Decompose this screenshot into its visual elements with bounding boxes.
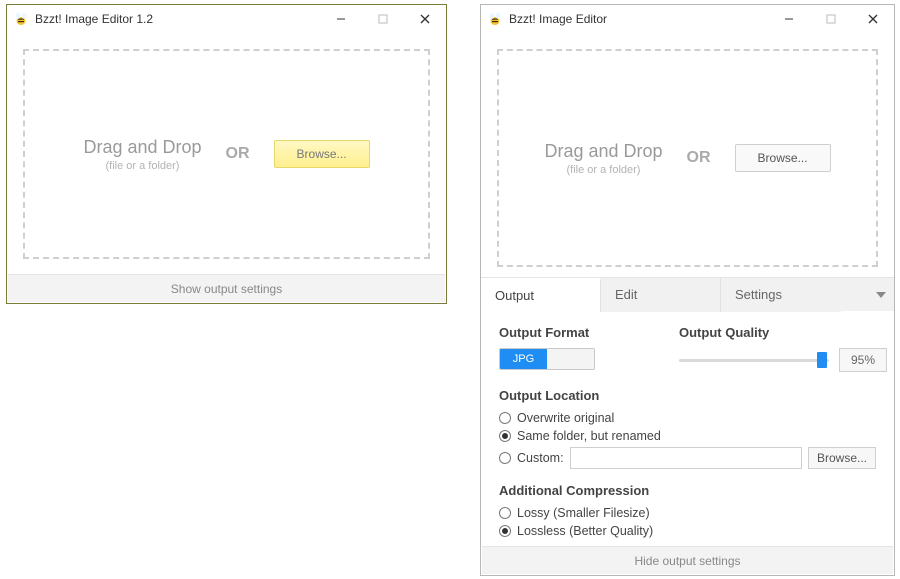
output-location-title: Output Location xyxy=(499,388,876,403)
location-same-folder-row[interactable]: Same folder, but renamed xyxy=(499,429,876,443)
quality-value: 95% xyxy=(839,348,887,372)
tab-bar: Output Edit Settings xyxy=(481,277,894,311)
radio-icon xyxy=(499,452,511,464)
window-title: Bzzt! Image Editor 1.2 xyxy=(35,12,320,26)
titlebar: Bzzt! Image Editor xyxy=(481,5,894,33)
main-window-collapsed: Bzzt! Image Editor 1.2 Drag and Drop (fi… xyxy=(6,4,447,304)
maximize-button[interactable] xyxy=(810,5,852,33)
compression-lossless-row[interactable]: Lossless (Better Quality) xyxy=(499,524,876,538)
location-custom-label: Custom: xyxy=(517,451,564,465)
dropzone-container: Drag and Drop (file or a folder) OR Brow… xyxy=(481,33,894,277)
browse-button[interactable]: Browse... xyxy=(735,144,831,172)
location-custom-row[interactable]: Custom: Browse... xyxy=(499,447,876,469)
titlebar: Bzzt! Image Editor 1.2 xyxy=(7,5,446,33)
compression-lossless-label: Lossless (Better Quality) xyxy=(517,524,653,538)
close-button[interactable] xyxy=(852,5,894,33)
dropzone-container: Drag and Drop (file or a folder) OR Brow… xyxy=(7,33,446,269)
output-format-title: Output Format xyxy=(499,325,649,340)
radio-icon xyxy=(499,525,511,537)
radio-icon xyxy=(499,430,511,442)
chevron-down-icon[interactable] xyxy=(876,292,886,298)
dropzone-main-text: Drag and Drop xyxy=(544,141,662,162)
or-separator: OR xyxy=(687,149,711,167)
output-panel: Output Format JPG Output Quality 95% Out… xyxy=(481,311,894,552)
location-overwrite-row[interactable]: Overwrite original xyxy=(499,411,876,425)
radio-icon xyxy=(499,507,511,519)
close-button[interactable] xyxy=(404,5,446,33)
format-option-jpg[interactable]: JPG xyxy=(500,349,547,369)
compression-title: Additional Compression xyxy=(499,483,876,498)
format-option-png[interactable] xyxy=(547,349,594,369)
tab-edit[interactable]: Edit xyxy=(601,278,721,312)
minimize-button[interactable] xyxy=(768,5,810,33)
dropzone[interactable]: Drag and Drop (file or a folder) OR Brow… xyxy=(23,49,430,259)
quality-slider[interactable] xyxy=(679,350,829,370)
slider-thumb[interactable] xyxy=(817,352,827,368)
output-quality-title: Output Quality xyxy=(679,325,887,340)
dropzone-text: Drag and Drop (file or a folder) xyxy=(83,137,201,172)
dropzone-main-text: Drag and Drop xyxy=(83,137,201,158)
dropzone[interactable]: Drag and Drop (file or a folder) OR Brow… xyxy=(497,49,878,267)
dropzone-sub-text: (file or a folder) xyxy=(83,160,201,172)
maximize-button[interactable] xyxy=(362,5,404,33)
radio-icon xyxy=(499,412,511,424)
location-same-folder-label: Same folder, but renamed xyxy=(517,429,661,443)
compression-lossy-row[interactable]: Lossy (Smaller Filesize) xyxy=(499,506,876,520)
location-overwrite-label: Overwrite original xyxy=(517,411,614,425)
slider-track xyxy=(679,359,829,362)
compression-lossy-label: Lossy (Smaller Filesize) xyxy=(517,506,650,520)
custom-path-input[interactable] xyxy=(570,447,802,469)
bee-icon xyxy=(13,11,29,27)
format-toggle[interactable]: JPG xyxy=(499,348,595,370)
browse-button[interactable]: Browse... xyxy=(274,140,370,168)
dropzone-sub-text: (file or a folder) xyxy=(544,164,662,176)
custom-browse-button[interactable]: Browse... xyxy=(808,447,876,469)
window-title: Bzzt! Image Editor xyxy=(509,12,768,26)
tab-output[interactable]: Output xyxy=(481,278,601,312)
or-separator: OR xyxy=(226,145,250,163)
tab-settings[interactable]: Settings xyxy=(721,278,841,312)
show-output-settings-button[interactable]: Show output settings xyxy=(8,274,445,302)
minimize-button[interactable] xyxy=(320,5,362,33)
main-window-expanded: Bzzt! Image Editor Drag and Drop (file o… xyxy=(480,4,895,576)
hide-output-settings-button[interactable]: Hide output settings xyxy=(482,546,893,574)
dropzone-text: Drag and Drop (file or a folder) xyxy=(544,141,662,176)
bee-icon xyxy=(487,11,503,27)
